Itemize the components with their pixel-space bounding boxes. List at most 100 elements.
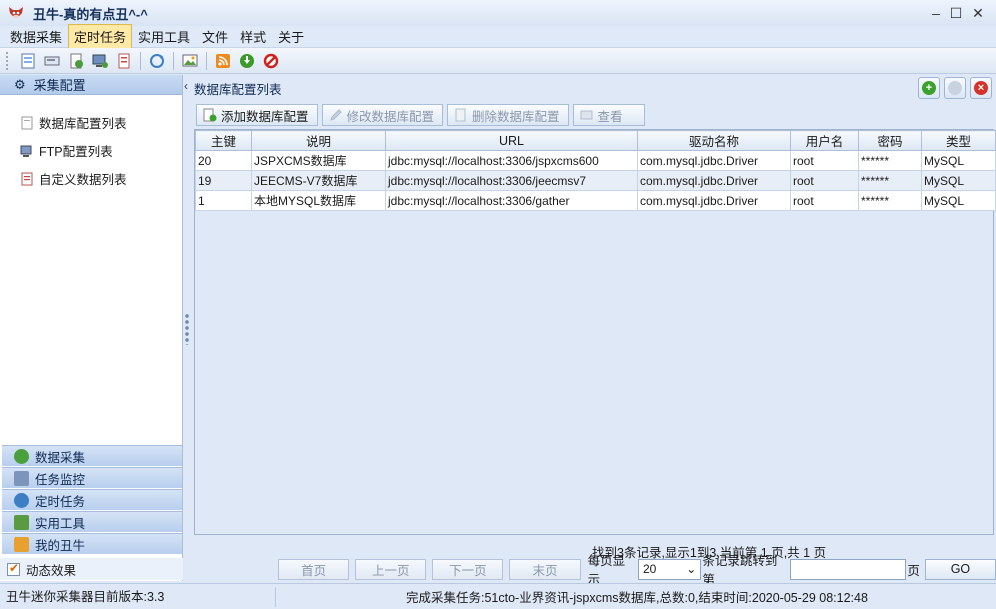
- cell-username: root: [790, 190, 859, 211]
- cell-url: jdbc:mysql://localhost:3306/gather: [385, 190, 638, 211]
- cell-url: jdbc:mysql://localhost:3306/jeecmsv7: [385, 170, 638, 191]
- first-page-button[interactable]: 首页: [278, 558, 350, 580]
- prev-page-button[interactable]: 上一页: [355, 558, 427, 580]
- action-bar: 添加数据库配置 修改数据库配置 删除数据库配置 查看: [196, 104, 649, 126]
- window-title: 丑牛-真的有点丑^-^: [33, 6, 148, 22]
- nav-label: 实用工具: [35, 516, 86, 531]
- image-icon[interactable]: [180, 51, 200, 71]
- page-suffix-label: 页: [907, 563, 920, 578]
- checkbox-checked-icon[interactable]: [7, 561, 20, 576]
- page-title: 数据库配置列表: [194, 83, 282, 97]
- view-button[interactable]: 查看: [572, 104, 645, 126]
- menu-about[interactable]: 关于: [272, 24, 310, 49]
- column-header-username[interactable]: 用户名: [790, 130, 859, 151]
- nav-label: 我的丑牛: [35, 538, 86, 553]
- cell-driver: com.mysql.jdbc.Driver: [637, 170, 791, 191]
- nav-scheduled-task[interactable]: 定时任务: [2, 489, 182, 510]
- sidebar-item-label: 数据库配置列表: [39, 117, 127, 131]
- view-label: 查看: [597, 109, 623, 124]
- menu-tools[interactable]: 实用工具: [132, 24, 196, 49]
- rss-icon[interactable]: [213, 51, 233, 71]
- menu-data-collect[interactable]: 数据采集: [4, 24, 68, 49]
- table-row[interactable]: 1 本地MYSQL数据库 jdbc:mysql://localhost:3306…: [195, 190, 996, 211]
- list-document-icon: [21, 172, 33, 185]
- edit-icon: [329, 109, 342, 121]
- column-header-description[interactable]: 说明: [251, 130, 386, 151]
- table-row[interactable]: 20 JSPXCMS数据库 jdbc:mysql://localhost:330…: [195, 150, 996, 171]
- menu-file[interactable]: 文件: [196, 24, 234, 49]
- panel-splitter[interactable]: ‹: [183, 75, 192, 581]
- stop-icon[interactable]: [261, 51, 281, 71]
- cell-driver: com.mysql.jdbc.Driver: [637, 190, 791, 211]
- delete-db-config-button[interactable]: 删除数据库配置: [447, 104, 569, 126]
- cell-description: JEECMS-V7数据库: [251, 170, 386, 191]
- column-header-driver[interactable]: 驱动名称: [637, 130, 791, 151]
- panel-add-button[interactable]: +: [918, 77, 940, 99]
- cell-password: ******: [858, 150, 922, 171]
- collapse-arrow-icon[interactable]: ‹: [184, 79, 188, 93]
- nav-my-chouniu[interactable]: 我的丑牛: [2, 533, 182, 554]
- panel-close-button[interactable]: ×: [970, 77, 992, 99]
- cell-password: ******: [858, 190, 922, 211]
- cell-username: root: [790, 150, 859, 171]
- page-size-value: 20: [642, 562, 657, 576]
- app-logo-icon: [9, 7, 23, 19]
- toolbar: [0, 48, 996, 74]
- close-circle-icon: ×: [974, 81, 988, 95]
- page-size-select[interactable]: 20 ⌄: [637, 558, 702, 580]
- server-icon: [20, 145, 32, 157]
- config-panel-header[interactable]: ⚙ 采集配置: [0, 75, 182, 95]
- maximize-button[interactable]: ☐: [946, 3, 966, 23]
- document-list-icon[interactable]: [114, 51, 134, 71]
- new-task-icon[interactable]: [18, 51, 38, 71]
- sidebar-item-database-config[interactable]: 数据库配置列表: [20, 113, 127, 132]
- view-icon: [580, 110, 593, 120]
- main-panel: 数据库配置列表 + × 添加数据库配置 修改数据库配置 删除数据库配置 查看 主…: [192, 75, 996, 587]
- cell-id: 19: [195, 170, 252, 191]
- next-page-button[interactable]: 下一页: [432, 558, 504, 580]
- toolbar-separator: [140, 51, 141, 70]
- menu-style[interactable]: 样式: [234, 24, 272, 49]
- refresh-icon[interactable]: [147, 51, 167, 71]
- edit-db-config-label: 修改数据库配置: [346, 109, 435, 124]
- dynamic-effect-checkbox[interactable]: 动态效果: [0, 558, 183, 580]
- database-icon[interactable]: [42, 51, 62, 71]
- minimize-button[interactable]: –: [926, 3, 946, 23]
- status-bar: 丑牛迷你采集器目前版本:3.3 完成采集任务:51cto-业界资讯-jspxcm…: [0, 583, 996, 609]
- cell-id: 1: [195, 190, 252, 211]
- nav-label: 数据采集: [35, 450, 86, 465]
- splitter-grip[interactable]: [185, 313, 189, 345]
- version-status: 丑牛迷你采集器目前版本:3.3: [0, 586, 276, 607]
- menu-scheduled-task[interactable]: 定时任务: [68, 24, 133, 49]
- panel-restore-button[interactable]: [944, 77, 966, 99]
- column-header-url[interactable]: URL: [385, 130, 638, 151]
- go-button[interactable]: GO: [924, 558, 996, 580]
- cell-description: JSPXCMS数据库: [251, 150, 386, 171]
- column-header-password[interactable]: 密码: [858, 130, 922, 151]
- close-button[interactable]: ✕: [968, 3, 988, 23]
- last-page-button[interactable]: 末页: [509, 558, 581, 580]
- sidebar-item-custom-data[interactable]: 自定义数据列表: [20, 169, 127, 188]
- download-icon[interactable]: [237, 51, 257, 71]
- column-header-id[interactable]: 主键: [195, 130, 252, 151]
- toolbar-grip[interactable]: [6, 51, 10, 70]
- add-circle-icon: +: [922, 81, 936, 95]
- nav-tools[interactable]: 实用工具: [2, 511, 182, 532]
- table-row[interactable]: 19 JEECMS-V7数据库 jdbc:mysql://localhost:3…: [195, 170, 996, 191]
- edit-db-config-button[interactable]: 修改数据库配置: [321, 104, 444, 126]
- cell-password: ******: [858, 170, 922, 191]
- nav-data-collect[interactable]: 数据采集: [2, 445, 182, 466]
- add-db-config-button[interactable]: 添加数据库配置: [196, 104, 318, 126]
- computer-icon[interactable]: [90, 51, 110, 71]
- toolbar-separator: [206, 51, 207, 70]
- sidebar-item-ftp-config[interactable]: FTP配置列表: [20, 141, 113, 160]
- title-bar: 丑牛-真的有点丑^-^ – ☐ ✕: [0, 0, 996, 26]
- clock-icon: [14, 492, 29, 508]
- nav-task-monitor[interactable]: 任务监控: [2, 467, 182, 488]
- jump-page-input[interactable]: [789, 558, 907, 580]
- column-header-type[interactable]: 类型: [921, 130, 996, 151]
- add-db-config-label: 添加数据库配置: [221, 109, 309, 124]
- add-file-icon[interactable]: [66, 51, 86, 71]
- db-config-table: 主键 说明 URL 驱动名称 用户名 密码 类型 20 JSPXCMS数据库 j…: [194, 129, 996, 535]
- monitor-icon: [14, 470, 29, 486]
